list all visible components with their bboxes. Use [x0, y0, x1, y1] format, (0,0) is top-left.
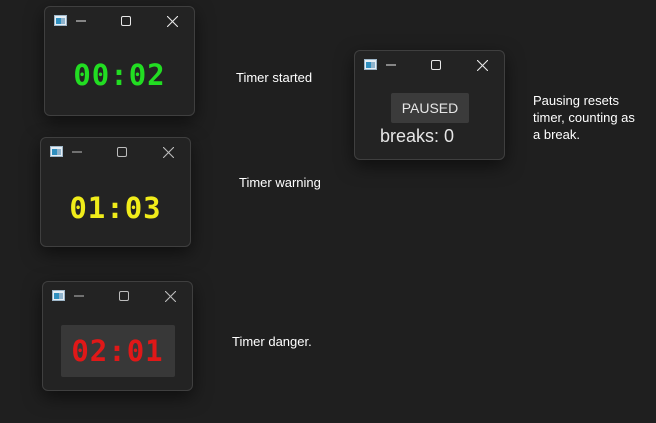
- maximize-button[interactable]: [422, 51, 450, 79]
- close-icon: [476, 59, 488, 71]
- paused-button[interactable]: PAUSED: [391, 93, 469, 123]
- caption-paused: Pausing resets timer, counting as a brea…: [533, 93, 635, 142]
- maximize-icon: [117, 147, 127, 157]
- timer-display: 00:02: [73, 58, 166, 92]
- close-button[interactable]: [158, 7, 186, 35]
- minimize-icon: [72, 151, 82, 153]
- screenshot-stage: 00:02 Timer started 01:03 Timer warning: [0, 0, 656, 423]
- title-bar[interactable]: [355, 51, 504, 79]
- timer-display: 01:03: [69, 191, 162, 225]
- timer-window-started: 00:02: [44, 6, 195, 116]
- timer-window-paused: PAUSED breaks: 0: [354, 50, 505, 160]
- app-icon: [50, 146, 63, 157]
- timer-window-warning: 01:03: [40, 137, 191, 247]
- close-button[interactable]: [468, 51, 496, 79]
- maximize-button[interactable]: [108, 138, 136, 166]
- title-bar[interactable]: [43, 282, 192, 310]
- title-bar[interactable]: [45, 7, 194, 35]
- caption-timer-started: Timer started: [236, 70, 313, 85]
- maximize-button[interactable]: [110, 282, 138, 310]
- minimize-icon: [74, 295, 84, 297]
- timer-display: 02:01: [71, 334, 164, 368]
- caption-timer-warning: Timer warning: [239, 175, 321, 190]
- title-bar[interactable]: [41, 138, 190, 166]
- close-button[interactable]: [154, 138, 182, 166]
- maximize-icon: [431, 60, 441, 70]
- minimize-button[interactable]: [65, 282, 93, 310]
- app-icon: [364, 59, 377, 70]
- minimize-button[interactable]: [67, 7, 95, 35]
- app-icon: [54, 15, 67, 26]
- minimize-icon: [386, 64, 396, 66]
- breaks-count: breaks: 0: [380, 126, 455, 146]
- maximize-icon: [121, 16, 131, 26]
- app-icon: [52, 290, 65, 301]
- close-icon: [166, 15, 178, 27]
- maximize-button[interactable]: [112, 7, 140, 35]
- close-button[interactable]: [156, 282, 184, 310]
- maximize-icon: [119, 291, 129, 301]
- minimize-button[interactable]: [63, 138, 91, 166]
- close-icon: [164, 290, 176, 302]
- timer-window-danger: 02:01: [42, 281, 193, 391]
- close-icon: [162, 146, 174, 158]
- minimize-button[interactable]: [377, 51, 405, 79]
- minimize-icon: [76, 20, 86, 22]
- caption-timer-danger: Timer danger.: [232, 334, 312, 349]
